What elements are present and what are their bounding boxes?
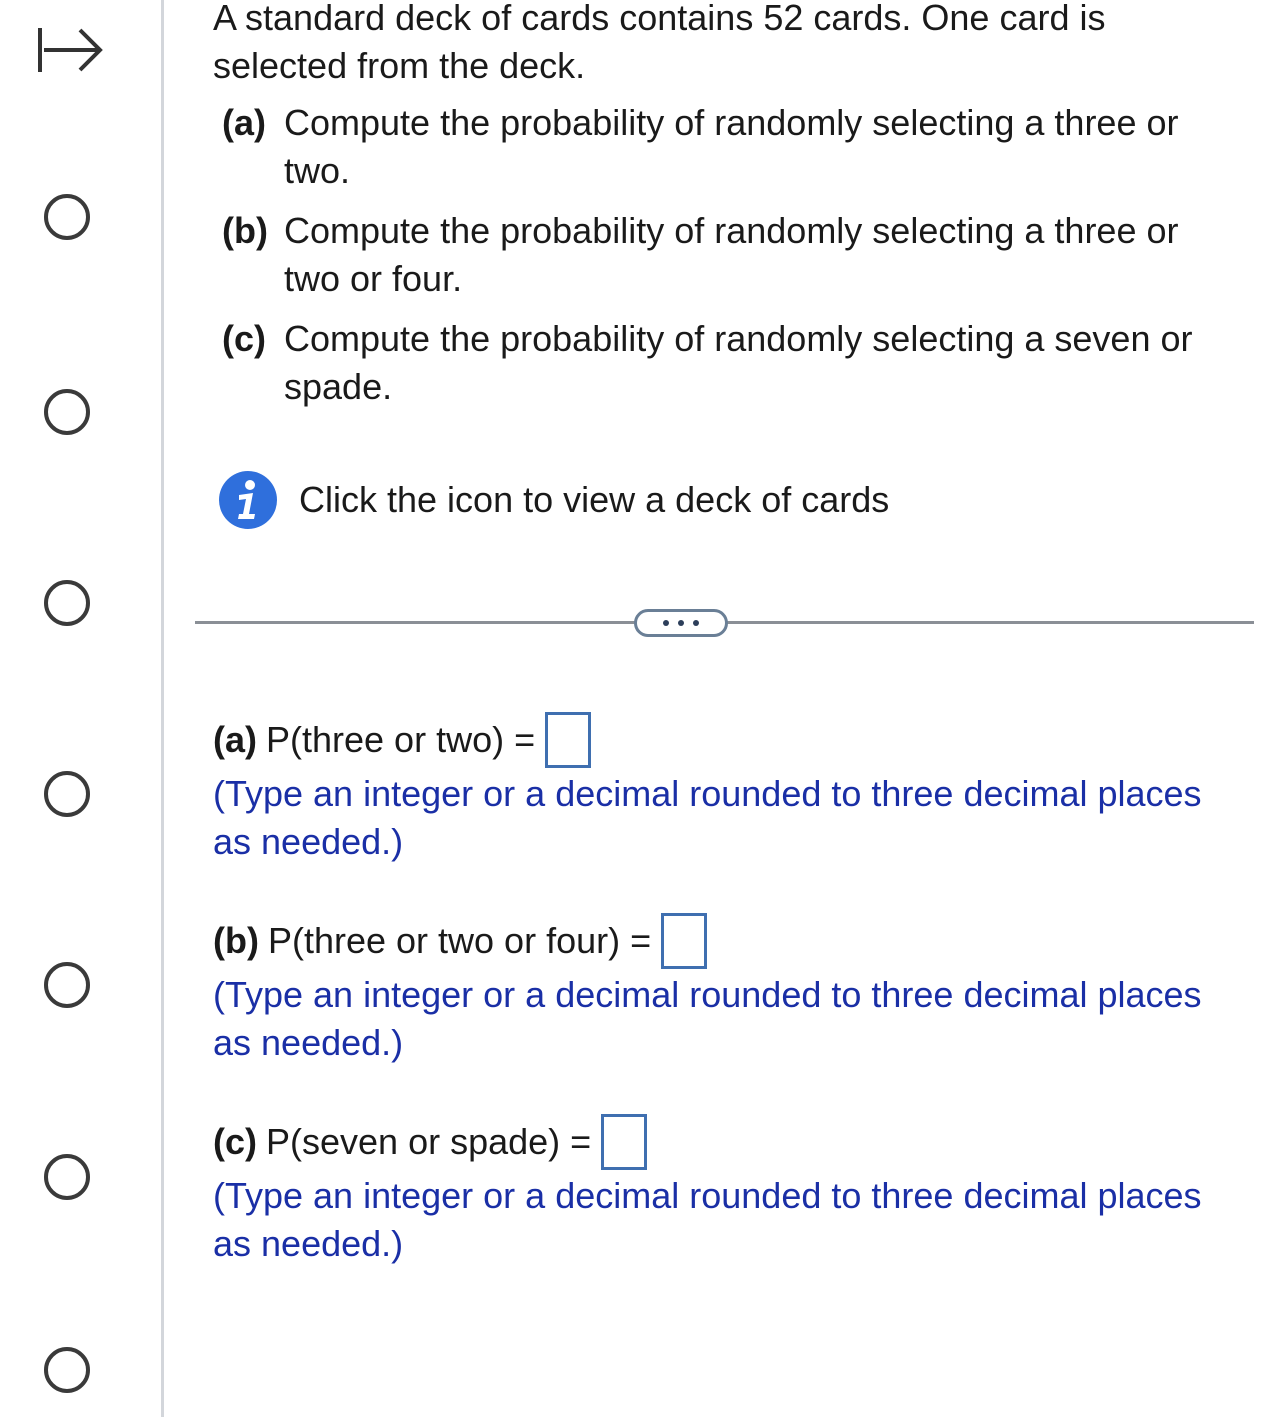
- more-options-icon: [693, 620, 699, 626]
- step-radio-1[interactable]: [44, 194, 90, 240]
- answer-hint: (Type an integer or a decimal rounded to…: [213, 1175, 1202, 1264]
- answer-label: (b): [213, 920, 259, 961]
- part-text: Compute the probability of randomly sele…: [284, 210, 1179, 299]
- step-radio-5[interactable]: [44, 962, 90, 1008]
- answer-expression: P(seven or spade) =: [266, 1121, 592, 1162]
- answer-input-b[interactable]: [661, 913, 708, 969]
- part-label: (a): [222, 102, 266, 143]
- more-options-icon: [678, 620, 684, 626]
- answer-label: (c): [213, 1121, 257, 1162]
- question-intro: A standard deck of cards contains 52 car…: [213, 0, 1106, 86]
- step-radio-2[interactable]: [44, 389, 90, 435]
- step-radio-4[interactable]: [44, 771, 90, 817]
- answer-expression: P(three or two) =: [266, 719, 536, 760]
- step-radio-6[interactable]: [44, 1154, 90, 1200]
- expand-right-icon[interactable]: [34, 24, 106, 76]
- answer-c: (c) P(seven or spade) = (Type an integer…: [213, 1112, 1223, 1268]
- answer-expression: P(three or two or four) =: [267, 920, 652, 961]
- rail-divider: [161, 0, 164, 1417]
- info-icon[interactable]: [218, 470, 278, 530]
- answer-hint: (Type an integer or a decimal rounded to…: [213, 773, 1202, 862]
- deck-info-link[interactable]: Click the icon to view a deck of cards: [218, 470, 889, 530]
- part-label: (b): [222, 210, 268, 251]
- more-options-button[interactable]: [634, 609, 728, 637]
- step-radio-3[interactable]: [44, 580, 90, 626]
- question-part-b: (b) Compute the probability of randomly …: [222, 207, 1222, 303]
- part-label: (c): [222, 318, 266, 359]
- question-part-c: (c) Compute the probability of randomly …: [222, 315, 1222, 411]
- answer-hint: (Type an integer or a decimal rounded to…: [213, 974, 1202, 1063]
- more-options-icon: [663, 620, 669, 626]
- info-text: Click the icon to view a deck of cards: [299, 479, 890, 520]
- question-part-a: (a) Compute the probability of randomly …: [222, 99, 1222, 195]
- answer-b: (b) P(three or two or four) = (Type an i…: [213, 911, 1223, 1067]
- answer-a: (a) P(three or two) = (Type an integer o…: [213, 710, 1223, 866]
- answer-input-c[interactable]: [601, 1114, 648, 1170]
- left-rail: [0, 0, 164, 1417]
- step-radio-7[interactable]: [44, 1347, 90, 1393]
- answer-label: (a): [213, 719, 257, 760]
- answer-input-a[interactable]: [545, 712, 592, 768]
- part-text: Compute the probability of randomly sele…: [284, 102, 1179, 191]
- part-text: Compute the probability of randomly sele…: [284, 318, 1193, 407]
